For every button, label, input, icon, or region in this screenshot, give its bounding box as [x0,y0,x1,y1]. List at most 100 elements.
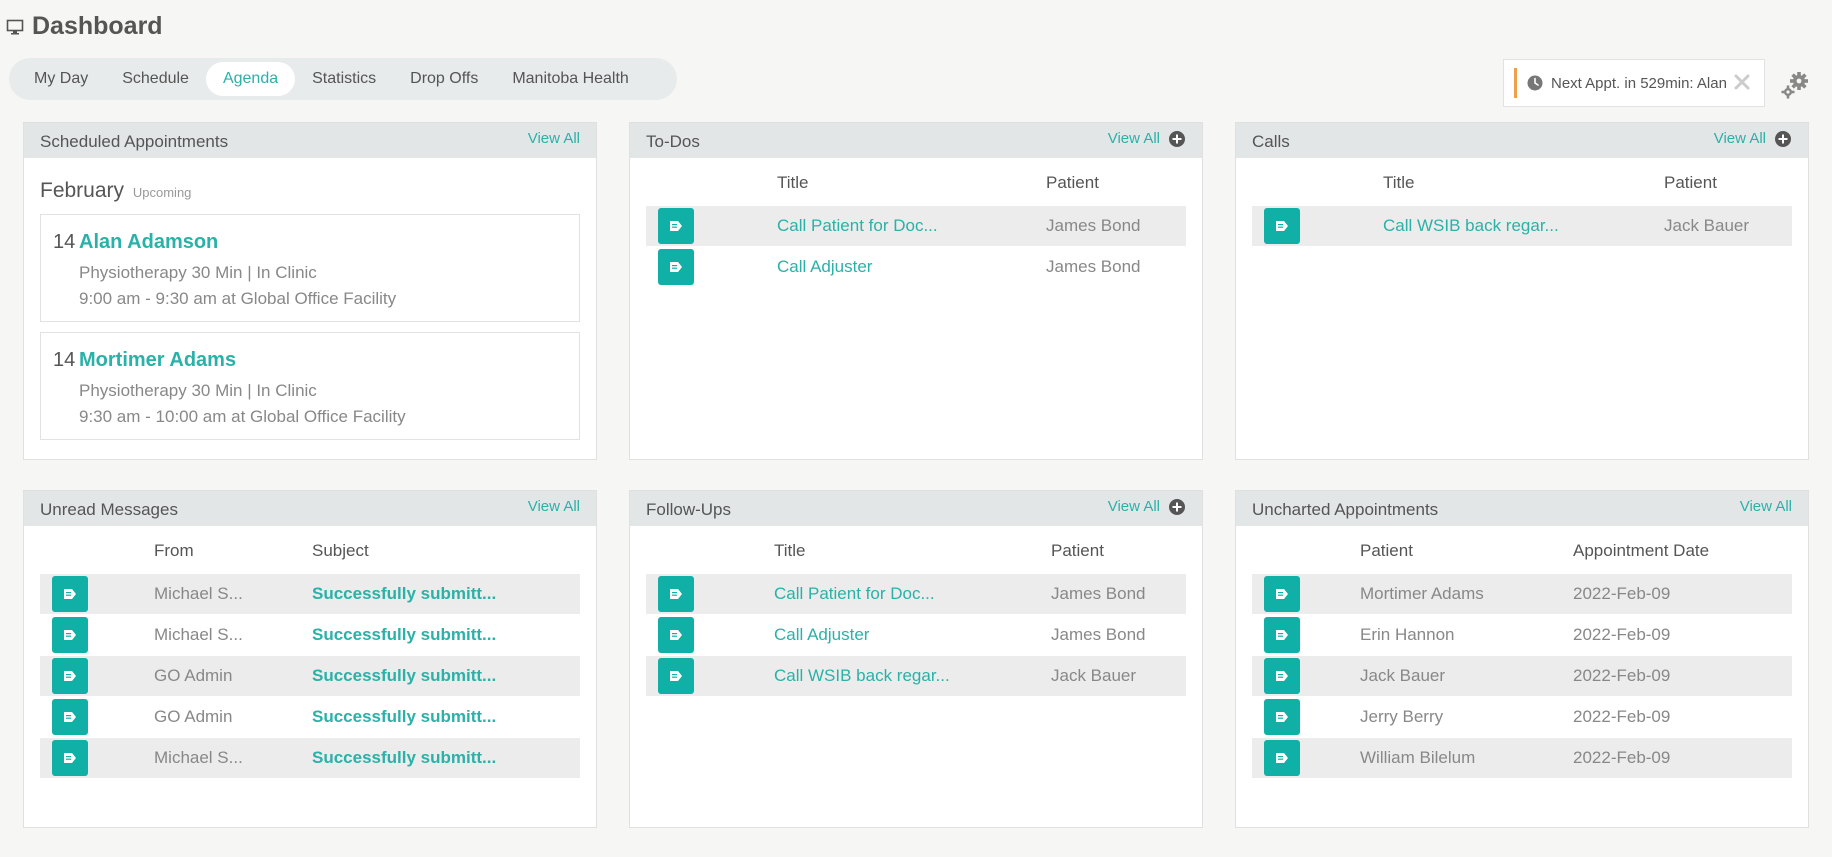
note-button[interactable] [658,658,694,694]
page-title-text: Dashboard [32,12,163,40]
column-header: Patient [1664,173,1717,192]
scheduled-appointments-panel: Scheduled Appointments View All February… [23,122,597,460]
message-subject-link[interactable]: Successfully submitt... [312,707,496,727]
note-icon [1276,589,1288,599]
appointment-card[interactable]: 14 Alan Adamson Physiotherapy 30 Min | I… [40,214,580,322]
note-icon [670,671,682,681]
table-row[interactable]: GO Admin Successfully submitt... [40,656,580,696]
appointment-card[interactable]: 14 Mortimer Adams Physiotherapy 30 Min |… [40,332,580,440]
messages-table: From Subject Michael S... Successfully s… [40,541,580,781]
column-header: Title [774,541,806,560]
view-all-link[interactable]: View All [1108,130,1160,147]
table-row[interactable]: Call WSIB back regar... Jack Bauer [646,656,1186,696]
panel-header: Unread Messages View All [24,491,596,526]
view-all-link[interactable]: View All [1740,498,1792,515]
todo-patient: James Bond [1046,216,1141,235]
note-button[interactable] [658,576,694,612]
table-row[interactable]: Jack Bauer 2022-Feb-09 [1252,656,1792,696]
table-row[interactable]: Call Adjuster James Bond [646,247,1186,287]
tab-agenda[interactable]: Agenda [205,62,296,96]
column-header: Patient [1046,173,1099,192]
appointment-patient-link[interactable]: Alan Adamson [79,231,218,254]
note-icon [64,712,76,722]
note-icon [670,589,682,599]
table-row[interactable]: Michael S... Successfully submitt... [40,574,580,614]
next-appointment-notice[interactable]: Next Appt. in 529min: Alan [1503,59,1765,107]
note-button[interactable] [52,576,88,612]
panel-header: Scheduled Appointments View All [24,123,596,158]
message-from: GO Admin [154,666,233,685]
uncharted-date: 2022-Feb-09 [1573,666,1671,685]
note-button[interactable] [52,740,88,776]
table-row[interactable]: Call Patient for Doc... James Bond [646,574,1186,614]
view-all-link[interactable]: View All [1108,498,1160,515]
page-title: Dashboard [6,12,163,41]
panel-header: Calls View All [1236,123,1808,158]
month-heading: February Upcoming [40,179,191,203]
appointment-patient-link[interactable]: Mortimer Adams [79,349,236,372]
follow-up-title-link[interactable]: Call WSIB back regar... [774,666,950,686]
table-row[interactable]: Michael S... Successfully submitt... [40,615,580,655]
month-subtitle: Upcoming [132,185,192,200]
add-circle-icon[interactable] [1774,130,1792,148]
note-icon [1276,630,1288,640]
add-circle-icon[interactable] [1168,130,1186,148]
note-button[interactable] [1264,617,1300,653]
column-header: Title [777,173,809,192]
column-header: Subject [312,541,369,560]
note-button[interactable] [1264,658,1300,694]
clock-icon [1527,75,1543,91]
table-row[interactable]: Michael S... Successfully submitt... [40,738,580,778]
appointment-day: 14 [53,349,76,371]
panel-title: Unread Messages [40,500,178,519]
note-button[interactable] [1264,208,1300,244]
table-row[interactable]: GO Admin Successfully submitt... [40,697,580,737]
tab-my-day[interactable]: My Day [17,62,105,96]
table-row[interactable]: Mortimer Adams 2022-Feb-09 [1252,574,1792,614]
column-header: Title [1383,173,1415,192]
follow-up-title-link[interactable]: Call Patient for Doc... [774,584,935,604]
message-subject-link[interactable]: Successfully submitt... [312,625,496,645]
call-title-link[interactable]: Call WSIB back regar... [1383,216,1559,236]
uncharted-patient: Jerry Berry [1360,707,1444,726]
note-button[interactable] [658,617,694,653]
close-icon[interactable] [1732,72,1752,92]
view-all-link[interactable]: View All [528,498,580,515]
message-subject-link[interactable]: Successfully submitt... [312,584,496,604]
uncharted-patient: Mortimer Adams [1360,584,1484,603]
column-header: Patient [1360,541,1413,560]
tab-statistics[interactable]: Statistics [295,62,393,96]
todo-title-link[interactable]: Call Patient for Doc... [777,216,938,236]
table-row[interactable]: Call Patient for Doc... James Bond [646,206,1186,246]
note-button[interactable] [1264,740,1300,776]
tab-drop-offs[interactable]: Drop Offs [393,62,495,96]
message-subject-link[interactable]: Successfully submitt... [312,748,496,768]
message-subject-link[interactable]: Successfully submitt... [312,666,496,686]
note-button[interactable] [52,617,88,653]
note-icon [64,671,76,681]
note-button[interactable] [1264,699,1300,735]
month-name: February [40,179,125,202]
follow-up-title-link[interactable]: Call Adjuster [774,625,869,645]
table-row[interactable]: Call Adjuster James Bond [646,615,1186,655]
view-all-link[interactable]: View All [1714,130,1766,147]
add-circle-icon[interactable] [1168,498,1186,516]
todo-title-link[interactable]: Call Adjuster [777,257,872,277]
column-header: Appointment Date [1573,541,1710,560]
tab-manitoba-health[interactable]: Manitoba Health [495,62,646,96]
note-button[interactable] [658,249,694,285]
table-row[interactable]: Erin Hannon 2022-Feb-09 [1252,615,1792,655]
note-button[interactable] [52,658,88,694]
view-all-link[interactable]: View All [528,130,580,147]
tab-bar: My Day Schedule Agenda Statistics Drop O… [9,58,677,100]
tab-schedule[interactable]: Schedule [105,62,206,96]
follow-up-patient: James Bond [1051,625,1146,644]
table-row[interactable]: William Bilelum 2022-Feb-09 [1252,738,1792,778]
gear-icon[interactable] [1780,70,1810,100]
table-row[interactable]: Call WSIB back regar... Jack Bauer [1252,206,1792,246]
table-row[interactable]: Jerry Berry 2022-Feb-09 [1252,697,1792,737]
note-button[interactable] [1264,576,1300,612]
uncharted-patient: William Bilelum [1360,748,1476,767]
note-button[interactable] [52,699,88,735]
note-button[interactable] [658,208,694,244]
